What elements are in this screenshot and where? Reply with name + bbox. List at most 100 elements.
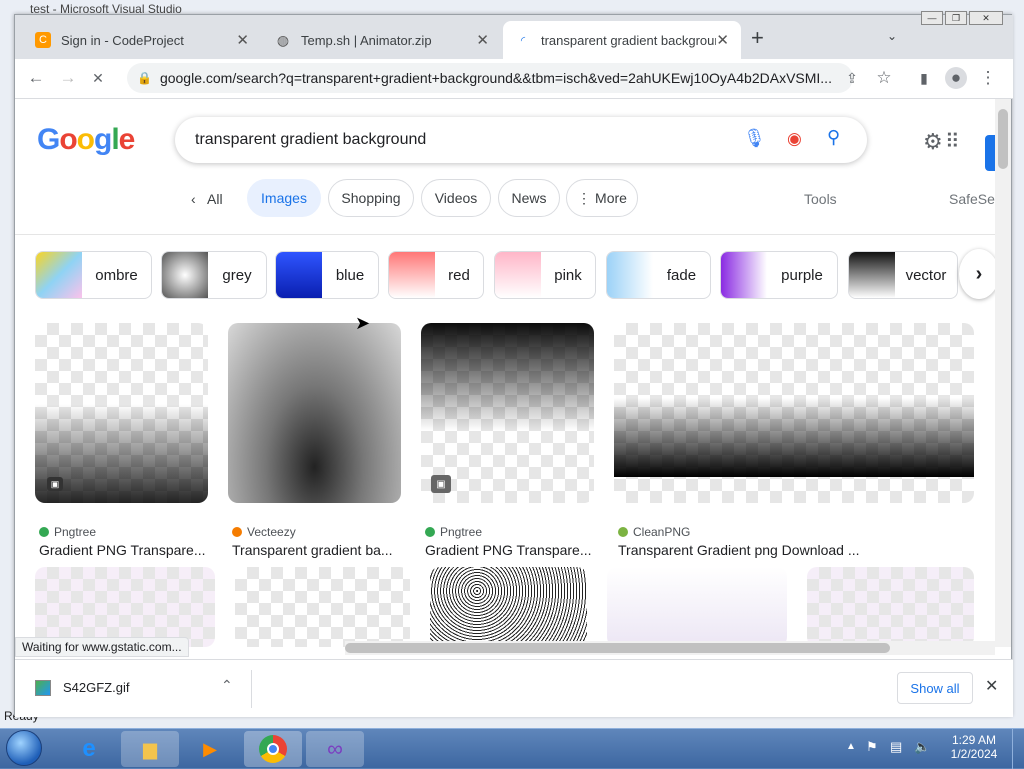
lens-camera-icon[interactable]: ◉: [787, 129, 802, 149]
result-source: Vecteezy: [232, 525, 296, 539]
tab-search-chevron-icon[interactable]: ⌄: [887, 29, 897, 43]
back-icon[interactable]: ←: [25, 67, 47, 89]
related-label: grey: [222, 266, 252, 284]
related-ombre[interactable]: ombre: [35, 251, 152, 299]
stop-icon[interactable]: ✕: [87, 67, 109, 89]
tab-codeproject[interactable]: C Sign in - CodeProject ✕: [23, 21, 261, 59]
related-label: vector: [905, 266, 947, 284]
result-image[interactable]: [430, 567, 587, 647]
result-image[interactable]: [807, 567, 974, 647]
result-image[interactable]: [35, 567, 215, 647]
tab-google-images[interactable]: ◜ transparent gradient background ✕: [503, 21, 741, 59]
more-dots-icon: ⋮: [577, 189, 592, 206]
result-caption[interactable]: Gradient PNG Transpare...: [425, 542, 592, 558]
side-panel-icon[interactable]: ▮: [913, 67, 935, 89]
menu-kebab-icon[interactable]: ⋮: [977, 67, 999, 89]
show-desktop-button[interactable]: [1012, 729, 1024, 769]
bookmark-star-icon[interactable]: ☆: [873, 67, 895, 89]
codeproject-icon: C: [35, 32, 51, 48]
tab-all[interactable]: All: [207, 191, 223, 207]
related-label: blue: [335, 266, 365, 284]
vertical-scroll-thumb[interactable]: [998, 109, 1008, 169]
close-tab-icon[interactable]: ✕: [476, 31, 489, 49]
microphone-icon[interactable]: 🎙: [743, 128, 766, 149]
browser-toolbar: ← → ✕ 🔒 google.com/search?q=transparent+…: [15, 59, 1013, 99]
grey-thumb: [162, 252, 208, 298]
tab-label: Sign in - CodeProject: [61, 32, 184, 48]
close-download-bar-icon[interactable]: ✕: [985, 676, 998, 696]
divider: [15, 234, 995, 235]
clock-time: 1:29 AM: [951, 733, 997, 747]
address-bar[interactable]: 🔒 google.com/search?q=transparent+gradie…: [127, 63, 853, 93]
search-icon[interactable]: ⚲: [827, 127, 840, 148]
result-image[interactable]: ▣: [421, 323, 594, 503]
image-badge-icon: ▣: [431, 475, 451, 493]
vecteezy-favicon-icon: [232, 527, 242, 537]
start-orb-icon[interactable]: [6, 730, 42, 766]
result-caption[interactable]: Transparent Gradient png Download ...: [618, 542, 860, 558]
result-image[interactable]: [228, 323, 401, 503]
media-player-icon[interactable]: ▶: [181, 731, 239, 767]
related-vector[interactable]: vector: [848, 251, 958, 299]
action-center-flag-icon[interactable]: ⚑: [866, 739, 878, 755]
chrome-icon[interactable]: [244, 731, 302, 767]
pngtree-favicon-icon: [39, 527, 49, 537]
loading-spinner-icon: ◜: [520, 34, 526, 47]
tab-images[interactable]: Images: [247, 179, 321, 217]
ombre-thumb: [36, 252, 82, 298]
minimize-icon[interactable]: —: [921, 11, 943, 25]
related-label: red: [448, 266, 470, 284]
related-fade[interactable]: fade: [606, 251, 711, 299]
tab-more[interactable]: ⋮ More: [566, 179, 638, 217]
network-icon[interactable]: ▤: [890, 739, 902, 755]
tab-news[interactable]: News: [498, 179, 560, 217]
related-next-chevron-icon[interactable]: ›: [959, 249, 995, 299]
clock[interactable]: 1:29 AM 1/2/2024: [944, 733, 1004, 761]
horizontal-scrollbar[interactable]: [345, 641, 995, 655]
result-image[interactable]: [235, 567, 410, 647]
related-pink[interactable]: pink: [494, 251, 596, 299]
download-filename[interactable]: S42GFZ.gif: [63, 680, 129, 695]
source-label: Vecteezy: [247, 525, 296, 539]
related-red[interactable]: red: [388, 251, 484, 299]
google-images-page: Google transparent gradient background 🎙…: [15, 99, 995, 647]
new-tab-icon[interactable]: +: [751, 25, 764, 51]
tab-shopping[interactable]: Shopping: [328, 179, 414, 217]
forward-icon[interactable]: →: [57, 67, 79, 89]
horizontal-scroll-thumb[interactable]: [345, 643, 890, 653]
file-explorer-icon[interactable]: ▆: [121, 731, 179, 767]
blue-thumb: [276, 252, 322, 298]
close-tab-icon[interactable]: ✕: [716, 31, 729, 49]
maximize-icon[interactable]: ❐: [945, 11, 967, 25]
result-caption[interactable]: Transparent gradient ba...: [232, 542, 393, 558]
settings-gear-icon[interactable]: ⚙: [923, 129, 943, 155]
search-box[interactable]: transparent gradient background 🎙 ◉ ⚲: [175, 117, 867, 163]
url-text: google.com/search?q=transparent+gradient…: [159, 70, 832, 86]
tray-up-arrow-icon[interactable]: ▲: [846, 741, 856, 752]
visual-studio-icon[interactable]: ∞: [306, 731, 364, 767]
volume-icon[interactable]: 🔈: [914, 739, 930, 755]
related-grey[interactable]: grey: [161, 251, 267, 299]
result-caption[interactable]: Gradient PNG Transpare...: [39, 542, 206, 558]
source-label: CleanPNG: [633, 525, 691, 539]
sign-in-button[interactable]: [985, 135, 995, 171]
tools-button[interactable]: Tools: [804, 191, 837, 207]
google-logo[interactable]: Google: [37, 123, 135, 157]
tab-tempsh[interactable]: ◍ Temp.sh | Animator.zip ✕: [263, 21, 501, 59]
download-chevron-up-icon[interactable]: ⌃: [221, 677, 233, 694]
share-icon[interactable]: ⇪: [841, 67, 863, 89]
result-image[interactable]: [614, 323, 974, 503]
apps-grid-icon[interactable]: ⠿: [945, 129, 960, 154]
safesearch-button[interactable]: SafeSe: [949, 191, 995, 207]
close-tab-icon[interactable]: ✕: [236, 31, 249, 49]
related-purple[interactable]: purple: [720, 251, 838, 299]
show-all-button[interactable]: Show all: [897, 672, 973, 704]
close-window-icon[interactable]: ✕: [969, 11, 1003, 25]
vertical-scrollbar[interactable]: [995, 99, 1011, 647]
result-image[interactable]: [607, 567, 787, 647]
result-image[interactable]: ▣: [35, 323, 208, 503]
related-blue[interactable]: blue: [275, 251, 379, 299]
profile-avatar-icon[interactable]: ●: [945, 67, 967, 89]
tab-videos[interactable]: Videos: [421, 179, 491, 217]
internet-explorer-icon[interactable]: e: [60, 731, 118, 767]
